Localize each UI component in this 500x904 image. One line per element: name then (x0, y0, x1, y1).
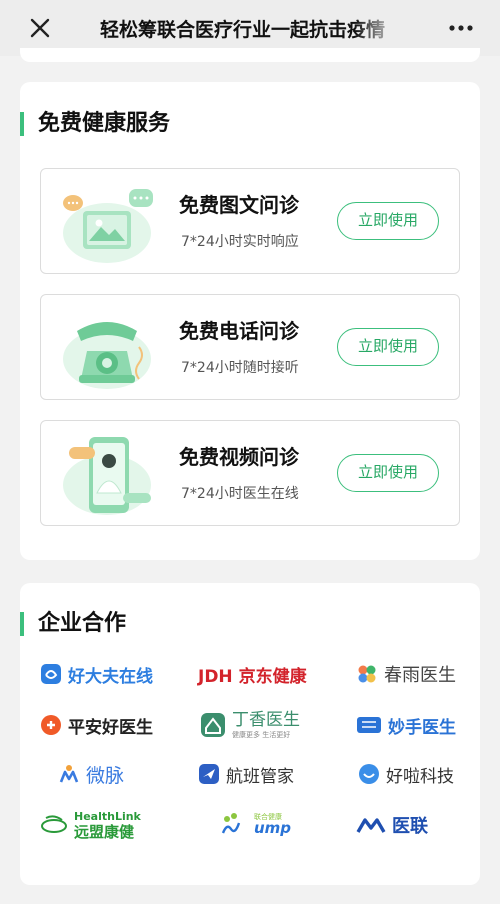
image-chat-icon (63, 189, 153, 263)
partner-logo-yilian[interactable]: 医联 (356, 810, 428, 840)
haola-logo-icon (359, 764, 379, 784)
partner-logo-healthlink[interactable]: HealthLink 远盟康健 (40, 805, 141, 845)
partner-name: 春雨医生 (384, 665, 456, 686)
section-accent-bar (20, 112, 24, 136)
partner-name: 微脉 (86, 764, 125, 787)
service-description: 7*24小时医生在线 (181, 486, 299, 502)
page-title: 轻松筹联合医疗行业一起抗击疫情 (100, 19, 386, 41)
partner-name-english: HealthLink (74, 809, 141, 823)
use-now-button[interactable]: 立即使用 (337, 454, 439, 492)
haodf-logo-icon (41, 664, 61, 684)
ump-logo-icon (221, 813, 241, 834)
partner-logo-weimai[interactable]: 微脉 (58, 759, 124, 789)
partner-tagline: 健康更多 生活更好 (232, 730, 291, 739)
telephone-icon (63, 322, 151, 389)
partner-name: 妙手医生 (388, 717, 456, 738)
partner-logo-ump[interactable]: 联合健康 ump (220, 807, 291, 843)
partner-logo-hangban[interactable]: 航班管家 (198, 759, 294, 789)
healthlink-logo-icon (41, 815, 67, 833)
weimai-logo-icon (59, 765, 79, 783)
hangban-logo-icon (199, 764, 219, 784)
partner-logo-miaoshou[interactable]: 妙手医生 (356, 710, 456, 740)
service-item-video-consult[interactable]: 免费视频问诊 7*24小时医生在线 立即使用 (40, 420, 460, 526)
partner-name: 好大夫在线 (68, 666, 153, 687)
service-item-text-consult[interactable]: 免费图文问诊 7*24小时实时响应 立即使用 (40, 168, 460, 274)
service-description: 7*24小时实时响应 (181, 234, 299, 250)
partner-logo-haodf[interactable]: 好大夫在线 (40, 659, 153, 689)
services-section-title: 免费健康服务 (38, 111, 171, 136)
partner-logo-pingan[interactable]: 平安好医生 (40, 710, 153, 740)
close-icon[interactable] (26, 14, 54, 42)
partners-section-title: 企业合作 (38, 611, 127, 636)
section-accent-bar (20, 612, 24, 636)
enterprise-partners-card: 企业合作 好大夫在线 JDH 京东健康 春雨医生 平安好医生 丁香医生 健康更多… (20, 583, 480, 885)
partner-name: 丁香医生 (232, 709, 300, 730)
partner-logo-dxy[interactable]: 丁香医生 健康更多 生活更好 (200, 707, 300, 743)
free-health-services-card: 免费健康服务 免费图文问诊 7*24小时实时响应 立即使用 免费电话问诊 7*2… (20, 82, 480, 560)
yilian-logo-icon (356, 818, 386, 833)
partner-name: 好啦科技 (386, 766, 454, 787)
miaoshou-logo-icon (357, 717, 381, 733)
dxy-logo-icon (201, 713, 225, 737)
service-description: 7*24小时随时接听 (181, 360, 299, 376)
service-name: 免费图文问诊 (179, 193, 299, 217)
partner-logo-chunyu[interactable]: 春雨医生 (356, 659, 456, 689)
service-item-phone-consult[interactable]: 免费电话问诊 7*24小时随时接听 立即使用 (40, 294, 460, 400)
partner-name: 平安好医生 (68, 717, 153, 738)
partner-name: ump (254, 819, 292, 837)
service-name: 免费视频问诊 (179, 445, 299, 469)
partner-name: 航班管家 (226, 766, 294, 787)
service-name: 免费电话问诊 (179, 319, 299, 343)
partner-logo-haola[interactable]: 好啦科技 (358, 759, 454, 789)
partner-logo-jdh[interactable]: JDH 京东健康 (198, 659, 307, 689)
use-now-button[interactable]: 立即使用 (337, 328, 439, 366)
previous-card-edge (20, 48, 480, 62)
partner-name: 医联 (392, 816, 428, 837)
video-doctor-icon (63, 437, 151, 515)
use-now-button[interactable]: 立即使用 (337, 202, 439, 240)
partner-name: 远盟康健 (74, 822, 135, 841)
pingan-logo-icon (41, 715, 61, 735)
partner-name: JDH 京东健康 (198, 666, 307, 687)
chunyu-logo-icon (358, 665, 376, 683)
more-options-icon[interactable] (446, 16, 476, 40)
